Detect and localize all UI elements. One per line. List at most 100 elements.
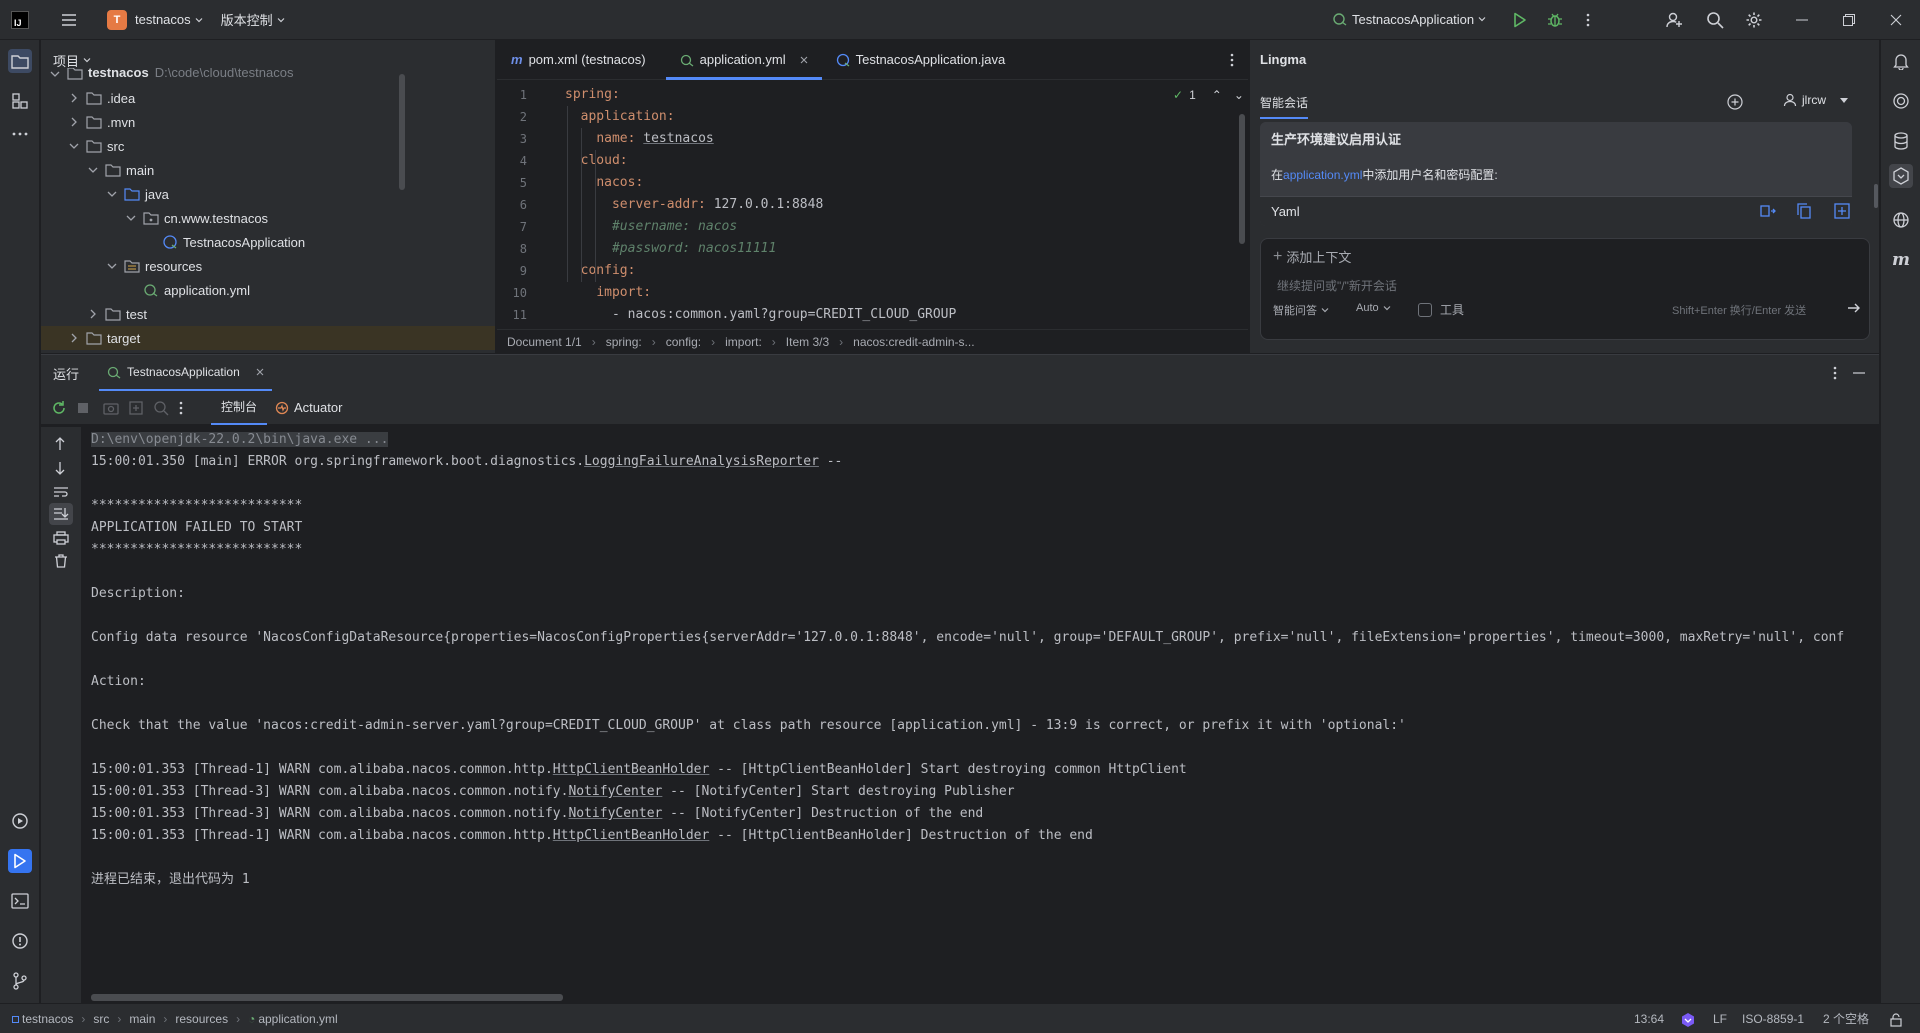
print-icon[interactable] <box>53 531 69 545</box>
status-path-item[interactable]: resources <box>175 1012 228 1026</box>
vcs-menu[interactable]: 版本控制 <box>221 10 285 29</box>
breadcrumb-item[interactable]: Item 3/3 <box>786 335 829 349</box>
tab-console[interactable]: 控制台 <box>211 391 268 425</box>
copy-icon[interactable] <box>1797 203 1811 219</box>
indent-setting[interactable]: 2 个空格 <box>1823 1010 1869 1027</box>
tree-item-mvn[interactable]: .mvn <box>41 110 495 134</box>
tree-root-row[interactable]: testnacos D:\code\cloud\testnacos <box>49 68 293 80</box>
run-config-selector[interactable]: TestnacosApplication <box>1332 11 1486 27</box>
send-arrow-icon[interactable] <box>1847 302 1861 314</box>
close-tab-icon[interactable] <box>800 56 808 64</box>
arrow-up-icon[interactable] <box>54 437 66 451</box>
restore-layout-icon[interactable] <box>129 400 143 415</box>
mode-dropdown[interactable]: 智能问答 <box>1273 302 1329 318</box>
class-link[interactable]: HttpClientBeanHolder <box>553 828 710 843</box>
run-tab-testnacos[interactable]: TestnacosApplication <box>99 355 272 391</box>
lingma-tool-icon[interactable] <box>1889 164 1913 188</box>
add-user-icon[interactable] <box>1665 10 1685 30</box>
hide-panel-icon[interactable] <box>1849 363 1869 383</box>
scroll-to-end-toggle[interactable] <box>49 503 73 525</box>
markdown-m-icon[interactable]: m <box>1889 248 1913 272</box>
console-output[interactable]: D:\env\openjdk-22.0.2\bin\java.exe ... 15… <box>91 429 1920 989</box>
database-icon[interactable] <box>1889 129 1913 153</box>
breadcrumb-item[interactable]: import: <box>725 335 762 349</box>
notifications-bell-icon[interactable] <box>1889 49 1913 73</box>
model-dropdown[interactable]: Auto <box>1356 302 1391 314</box>
breadcrumb-item[interactable]: nacos:credit-admin-s... <box>853 335 974 349</box>
file-encoding[interactable]: ISO-8859-1 <box>1742 1012 1804 1026</box>
new-file-icon[interactable] <box>1834 203 1850 219</box>
lingma-status-icon[interactable] <box>1680 1012 1696 1028</box>
line-separator[interactable]: LF <box>1713 1012 1727 1026</box>
debug-icon[interactable] <box>1545 10 1565 30</box>
chevron-down-icon[interactable] <box>106 188 118 200</box>
tree-item-target[interactable]: target <box>41 326 495 350</box>
chevron-right-icon[interactable] <box>68 116 80 128</box>
tree-item-cn-www-testnacos[interactable]: cn.www.testnacos <box>41 206 495 230</box>
run-tool-icon[interactable] <box>8 849 32 873</box>
project-tool-icon[interactable] <box>8 49 32 73</box>
run-options-icon[interactable] <box>1825 363 1845 383</box>
structure-tool-icon[interactable] <box>8 89 32 113</box>
more-actions-icon[interactable] <box>1578 10 1598 30</box>
class-link[interactable]: NotifyCenter <box>568 784 662 799</box>
rerun-icon[interactable] <box>51 400 67 416</box>
inspection-widget[interactable]: ✓ 1 ⌃ ⌄ <box>1173 88 1244 102</box>
chat-scrollbar[interactable] <box>1874 184 1878 208</box>
status-path-item[interactable]: testnacos <box>12 1012 73 1026</box>
close-window-icon[interactable] <box>1886 10 1906 30</box>
soft-wrap-icon[interactable] <box>53 486 69 498</box>
status-path-item[interactable]: main <box>129 1012 155 1026</box>
project-switcher[interactable]: testnacos <box>135 12 203 27</box>
add-context-button[interactable]: + 添加上下文 <box>1273 247 1351 266</box>
caret-position[interactable]: 13:64 <box>1634 1012 1664 1026</box>
toolbar-more-icon[interactable] <box>179 401 183 415</box>
console-horizontal-scrollbar[interactable] <box>91 994 563 1001</box>
chevron-right-icon[interactable] <box>87 308 99 320</box>
class-link[interactable]: NotifyCenter <box>568 806 662 821</box>
tree-item-testnacosapplication[interactable]: TestnacosApplication <box>41 230 495 254</box>
class-link[interactable]: HttpClientBeanHolder <box>553 762 710 777</box>
tab-actuator[interactable]: Actuator <box>275 400 342 415</box>
trash-icon[interactable] <box>54 554 68 568</box>
close-tab-icon[interactable] <box>256 368 264 376</box>
chevron-right-icon[interactable] <box>68 92 80 104</box>
tree-item-idea[interactable]: .idea <box>41 86 495 110</box>
stop-icon[interactable] <box>77 402 89 414</box>
tree-item-java[interactable]: java <box>41 182 495 206</box>
new-chat-plus-icon[interactable] <box>1725 92 1745 112</box>
settings-gear-icon[interactable] <box>1744 10 1764 30</box>
status-path-item[interactable]: ◔ application.yml <box>248 1012 338 1026</box>
class-link[interactable]: LoggingFailureAnalysisReporter <box>584 454 819 469</box>
chevron-down-icon[interactable] <box>125 212 137 224</box>
tree-item-resources[interactable]: resources <box>41 254 495 278</box>
tree-item-application-yml[interactable]: application.yml <box>41 278 495 302</box>
services-tool-icon[interactable] <box>8 809 32 833</box>
chevron-down-icon[interactable]: ⌄ <box>1234 88 1244 102</box>
editor-scrollbar[interactable] <box>1239 114 1245 244</box>
unlock-icon[interactable] <box>1890 1013 1902 1027</box>
minimize-window-icon[interactable] <box>1792 10 1812 30</box>
checkbox[interactable] <box>1418 302 1432 317</box>
code-area[interactable]: spring: application: name: testnacos clo… <box>565 84 956 326</box>
restore-window-icon[interactable] <box>1839 10 1859 30</box>
arrow-down-icon[interactable] <box>54 461 66 475</box>
main-menu-icon[interactable] <box>59 10 79 30</box>
breadcrumb-item[interactable]: config: <box>666 335 701 349</box>
globe-icon[interactable] <box>1889 208 1913 232</box>
tab-testnacos-application-java[interactable]: TestnacosApplication.java <box>822 40 1020 80</box>
file-link[interactable]: application.yml <box>1283 168 1362 182</box>
tab-application-yml[interactable]: application.yml <box>665 40 822 80</box>
search-icon[interactable] <box>1705 10 1725 30</box>
chevron-down-icon[interactable] <box>106 260 118 272</box>
chat-input[interactable]: 继续提问或"/"新开会话 <box>1277 277 1397 294</box>
git-tool-icon[interactable] <box>8 969 32 993</box>
status-path-item[interactable]: src <box>93 1012 109 1026</box>
tabs-more-icon[interactable] <box>1222 50 1242 70</box>
more-tools-icon[interactable] <box>8 122 32 146</box>
coverage-icon[interactable] <box>153 400 169 416</box>
tree-item-test[interactable]: test <box>41 302 495 326</box>
user-menu[interactable]: jlrcw <box>1783 93 1849 107</box>
camera-icon[interactable] <box>103 401 119 415</box>
tools-checkbox[interactable]: 工具 <box>1418 301 1464 318</box>
